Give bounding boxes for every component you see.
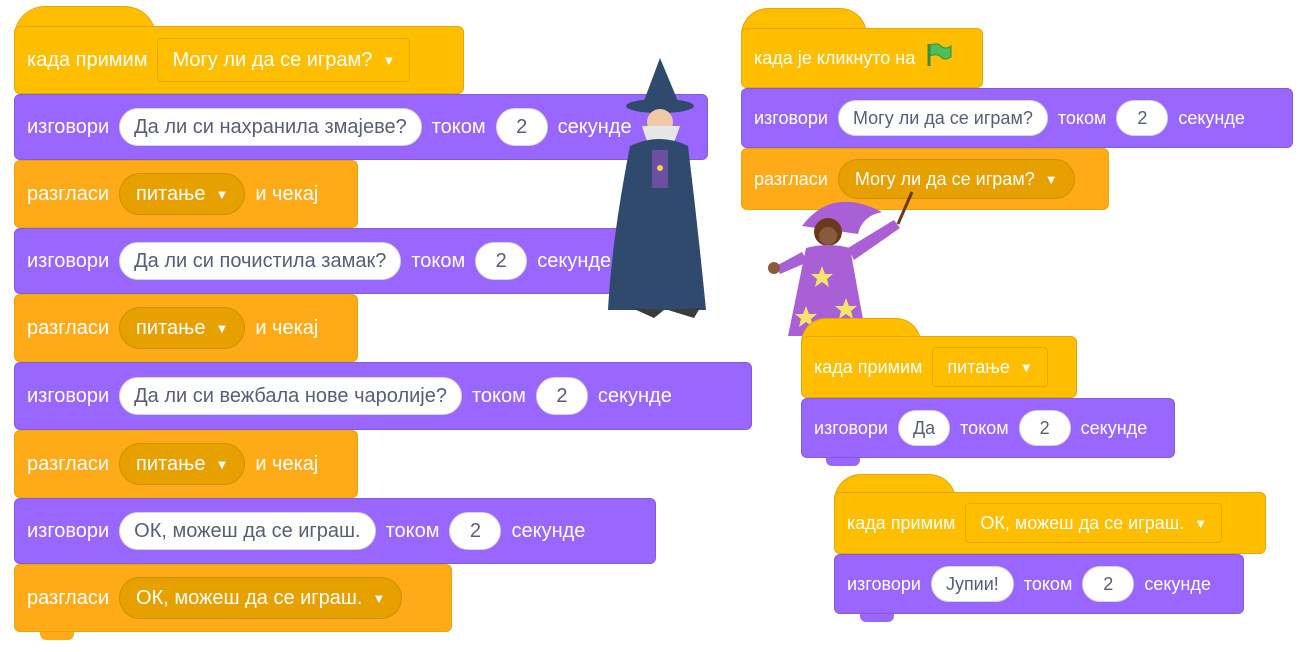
message-value: питање xyxy=(136,452,206,475)
block-label: и чекај xyxy=(255,316,319,339)
secs-input[interactable]: 2 xyxy=(449,512,502,550)
secs-input[interactable]: 2 xyxy=(535,377,588,415)
message-value: ОК, можеш да се играш. xyxy=(136,586,363,609)
chevron-down-icon: ▼ xyxy=(1194,515,1208,531)
when-i-receive-hat-block[interactable]: када примим питање ▼ xyxy=(801,336,1077,398)
secs-input[interactable]: 2 xyxy=(495,108,548,146)
secs-input[interactable]: 2 xyxy=(1082,566,1135,602)
say-text-input[interactable]: Да ли си почистила замак? xyxy=(119,242,402,280)
message-dropdown[interactable]: ОК, можеш да се играш. ▼ xyxy=(965,503,1223,543)
block-label: изговори xyxy=(27,249,110,272)
block-label: изговори xyxy=(27,115,110,138)
block-label: секунде xyxy=(537,249,612,272)
message-value: Могу ли да се играм? xyxy=(172,48,373,71)
when-flag-clicked-hat-block[interactable]: када је кликнуто на xyxy=(741,28,983,88)
message-dropdown[interactable]: питање ▼ xyxy=(119,443,246,485)
block-label: разгласи xyxy=(27,452,110,475)
block-label: изговори xyxy=(27,384,110,407)
block-label: када примим xyxy=(27,48,148,71)
message-value: ОК, можеш да се играш. xyxy=(980,512,1185,533)
chevron-down-icon: ▼ xyxy=(1019,359,1033,375)
say-text-input[interactable]: ОК, можеш да се играш. xyxy=(119,512,376,550)
when-i-receive-hat-block[interactable]: када примим ОК, можеш да се играш. ▼ xyxy=(834,492,1266,554)
block-label: секунде xyxy=(1080,417,1148,438)
block-label: током xyxy=(472,384,526,407)
message-dropdown[interactable]: питање ▼ xyxy=(119,307,246,349)
message-dropdown[interactable]: питање ▼ xyxy=(119,173,246,215)
block-notch xyxy=(860,614,894,622)
broadcast-and-wait-block[interactable]: разгласи питање ▼ и чекај xyxy=(14,430,358,498)
say-for-secs-block[interactable]: изговори Да ли си почистила замак? током… xyxy=(14,228,664,294)
chevron-down-icon: ▼ xyxy=(382,52,396,68)
message-value: питање xyxy=(136,182,206,205)
say-for-secs-block[interactable]: изговори Да ли си вежбала нове чаролије?… xyxy=(14,362,752,430)
secs-input[interactable]: 2 xyxy=(475,242,528,280)
block-label: изговори xyxy=(754,107,828,128)
block-label: изговори xyxy=(27,519,110,542)
chevron-down-icon: ▼ xyxy=(372,590,386,606)
chevron-down-icon: ▼ xyxy=(215,186,229,202)
message-dropdown[interactable]: ОК, можеш да се играш. ▼ xyxy=(119,577,403,619)
block-label: током xyxy=(385,519,440,542)
green-flag-icon xyxy=(925,42,953,74)
block-label: током xyxy=(411,249,466,272)
say-for-secs-block[interactable]: изговори Јупии! током 2 секунде xyxy=(834,554,1244,614)
wizard-sprite[interactable] xyxy=(602,58,712,320)
secs-input[interactable]: 2 xyxy=(1018,410,1071,446)
block-label: и чекај xyxy=(255,182,319,205)
block-label: када је кликнуто на xyxy=(754,47,916,68)
message-value: питање xyxy=(136,316,206,339)
block-label: секунде xyxy=(597,384,672,407)
chevron-down-icon: ▼ xyxy=(1044,171,1058,187)
block-label: током xyxy=(1057,107,1107,128)
say-text-input[interactable]: Могу ли да се играм? xyxy=(837,100,1048,136)
block-label: секунде xyxy=(1178,107,1245,128)
block-label: разгласи xyxy=(27,316,110,339)
block-label: изговори xyxy=(847,573,921,594)
block-label: секунде xyxy=(1144,573,1211,594)
say-text-input[interactable]: Да ли си нахранила змајеве? xyxy=(119,108,422,146)
block-label: током xyxy=(960,417,1009,438)
chevron-down-icon: ▼ xyxy=(215,320,229,336)
when-i-receive-hat-block[interactable]: када примим Могу ли да се играм? ▼ xyxy=(14,26,464,94)
block-label: разгласи xyxy=(27,182,110,205)
message-value: питање xyxy=(947,356,1010,377)
block-label: када примим xyxy=(814,356,923,377)
say-text-input[interactable]: Да xyxy=(897,410,951,446)
secs-input[interactable]: 2 xyxy=(1116,100,1169,136)
broadcast-block[interactable]: разгласи ОК, можеш да се играш. ▼ xyxy=(14,564,452,632)
chevron-down-icon: ▼ xyxy=(215,456,229,472)
block-label: током xyxy=(431,115,486,138)
say-text-input[interactable]: Да ли си вежбала нове чаролије? xyxy=(119,377,462,415)
broadcast-and-wait-block[interactable]: разгласи питање ▼ и чекај xyxy=(14,160,358,228)
say-for-secs-block[interactable]: изговори ОК, можеш да се играш. током 2 … xyxy=(14,498,656,564)
block-label: изговори xyxy=(814,417,888,438)
say-text-input[interactable]: Јупии! xyxy=(930,566,1014,602)
say-for-secs-block[interactable]: изговори Могу ли да се играм? током 2 се… xyxy=(741,88,1293,148)
block-notch xyxy=(826,458,860,466)
message-dropdown[interactable]: Могу ли да се играм? ▼ xyxy=(157,38,411,82)
block-label: током xyxy=(1023,573,1073,594)
say-for-secs-block[interactable]: изговори Да током 2 секунде xyxy=(801,398,1175,458)
block-label: разгласи xyxy=(27,586,110,609)
message-dropdown[interactable]: питање ▼ xyxy=(932,347,1048,387)
block-label: и чекај xyxy=(255,452,319,475)
block-label: када примим xyxy=(847,512,956,533)
block-notch xyxy=(40,632,74,640)
broadcast-and-wait-block[interactable]: разгласи питање ▼ и чекај xyxy=(14,294,358,362)
wizard-icon xyxy=(608,58,706,318)
block-label: секунде xyxy=(511,519,586,542)
